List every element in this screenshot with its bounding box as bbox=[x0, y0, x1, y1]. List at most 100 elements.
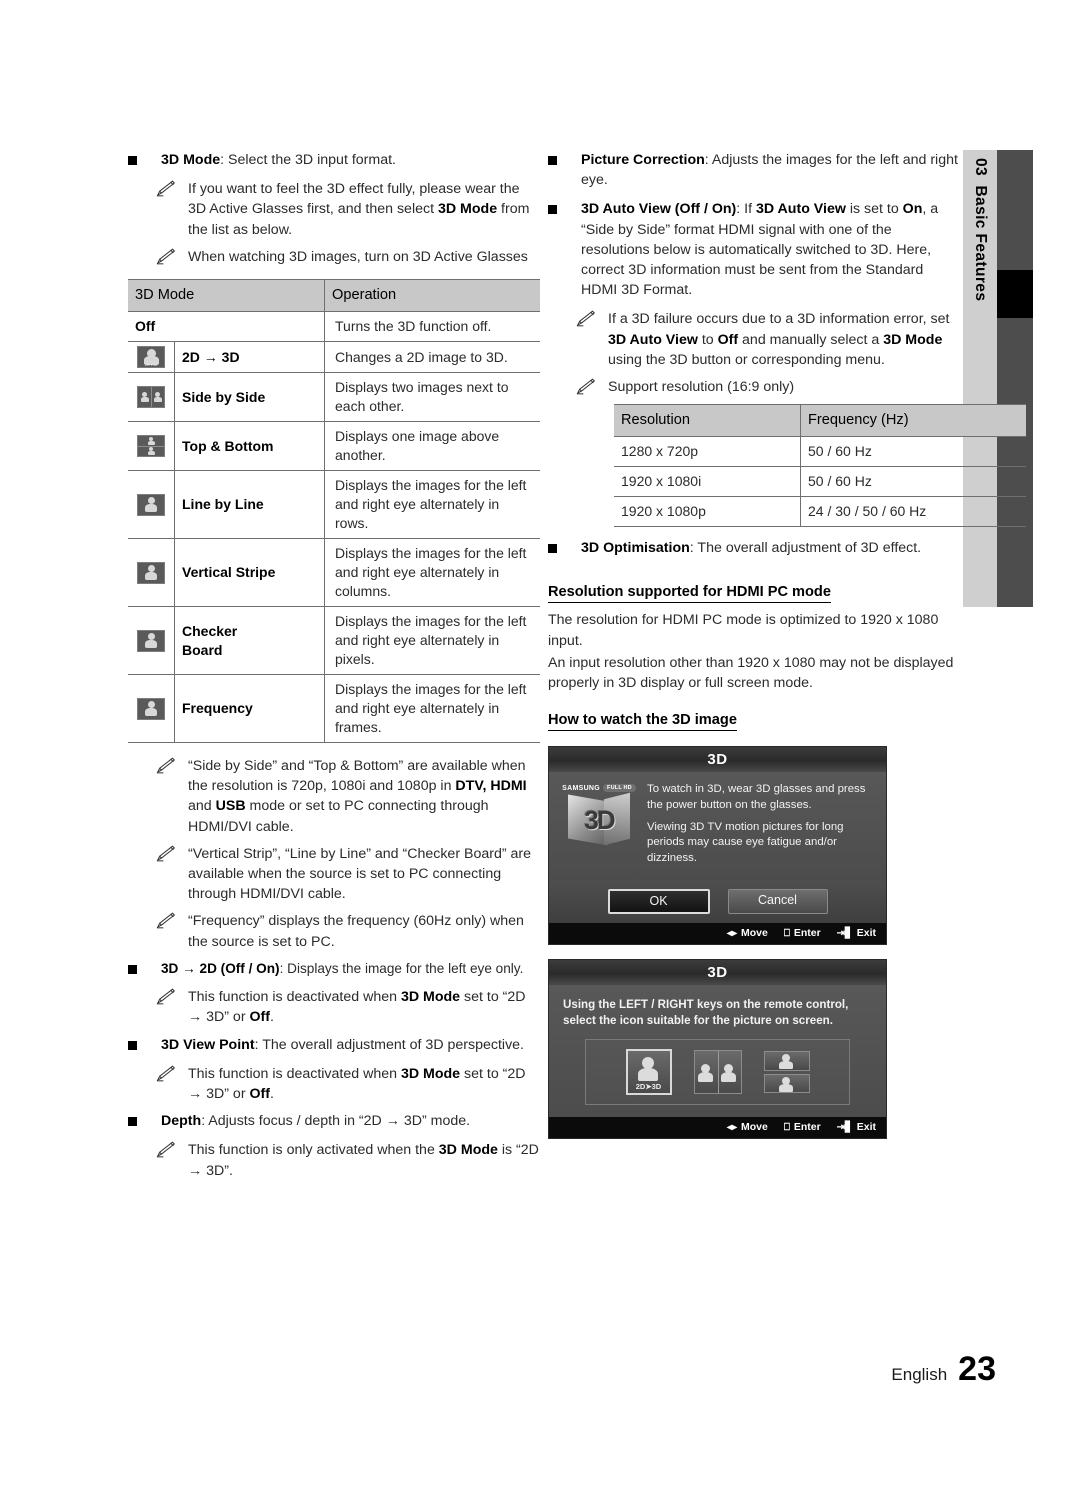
right-column: Picture Correction: Adjusts the images f… bbox=[548, 150, 1026, 1140]
note-depth-text: This function is only activated when the… bbox=[188, 1142, 539, 1179]
osd-message-block: To watch in 3D, wear 3D glasses and pres… bbox=[647, 782, 874, 873]
table-row: 1920 x 1080p 24 / 30 / 50 / 60 Hz bbox=[614, 496, 1026, 528]
chapter-title: Basic Features bbox=[972, 185, 989, 302]
mode-name: Off bbox=[128, 311, 325, 343]
cancel-button[interactable]: Cancel bbox=[727, 889, 828, 915]
list-item-3d-to-2d: 3D → 2D (Off / On): Displays the image f… bbox=[128, 959, 540, 978]
chapter-tab: 03 Basic Features bbox=[963, 150, 997, 607]
text-3d-view-point: : The overall adjustment of 3D perspecti… bbox=[254, 1036, 525, 1053]
osd-footer-hints: ◂▸ Move ⎕ Enter ⇥▋ Exit bbox=[549, 1117, 886, 1139]
hint-enter-label: Enter bbox=[793, 927, 821, 940]
term-3d-optimisation: 3D Optimisation bbox=[581, 540, 690, 557]
pencil-icon bbox=[156, 248, 178, 265]
cell-icon bbox=[128, 538, 175, 608]
manual-page: 03 Basic Features 3D Mode: Select the 3D… bbox=[0, 0, 1080, 1494]
mode-option-2d-to-3d[interactable]: 2D➤3D bbox=[625, 1049, 672, 1096]
cell-icon bbox=[128, 674, 175, 744]
osd-message-2: Viewing 3D TV motion pictures for long p… bbox=[647, 821, 844, 864]
para-hdmi-other-resolution: An input resolution other than 1920 x 10… bbox=[548, 654, 954, 692]
mode-name: Checker Board bbox=[174, 606, 325, 676]
list-item-depth: Depth: Adjusts focus / depth in “2D → 3D… bbox=[128, 1111, 540, 1131]
note-3d-to-2d-deactivated: This function is deactivated when 3D Mod… bbox=[128, 987, 540, 1027]
note-support-resolution-text: Support resolution (16:9 only) bbox=[608, 379, 795, 396]
cell-frequency: 50 / 60 Hz bbox=[800, 436, 1026, 468]
mode-option-top-bottom[interactable] bbox=[763, 1051, 810, 1094]
osd-body: Using the LEFT / RIGHT keys on the remot… bbox=[549, 985, 886, 1118]
chapter-tab-text: 03 Basic Features bbox=[971, 150, 989, 301]
term-3d-auto-view: 3D Auto View (Off / On) bbox=[581, 201, 737, 218]
cell-resolution: 1280 x 720p bbox=[614, 436, 801, 468]
left-right-arrows-icon: ◂▸ bbox=[726, 927, 737, 939]
table-row: Frequency Displays the images for the le… bbox=[128, 674, 540, 744]
mode-icon-tray: 2D➤3D bbox=[585, 1039, 850, 1106]
mode-option-side-by-side[interactable] bbox=[693, 1050, 742, 1095]
left-right-arrows-icon: ◂▸ bbox=[726, 1121, 737, 1133]
mode-operation: Displays one image above another. bbox=[324, 421, 540, 472]
footer-language: English bbox=[891, 1365, 948, 1384]
bottom-half bbox=[763, 1073, 810, 1094]
cell-icon bbox=[128, 606, 175, 676]
table-header-row: Resolution Frequency (Hz) bbox=[614, 404, 1026, 438]
col-header-frequency: Frequency (Hz) bbox=[800, 404, 1026, 438]
cell-frequency: 24 / 30 / 50 / 60 Hz bbox=[800, 496, 1026, 528]
enter-key-icon: ⎕ bbox=[783, 1121, 790, 1133]
chapter-bar bbox=[997, 150, 1033, 607]
pencil-icon bbox=[156, 912, 178, 929]
osd-dialog-mode-select: 3D Using the LEFT / RIGHT keys on the re… bbox=[548, 959, 887, 1140]
full-hd-badge: FULL HD bbox=[603, 784, 636, 793]
mode-option-2d-to-3d-label: 2D➤3D bbox=[635, 1082, 662, 1092]
note-frequency-text: “Frequency” displays the frequency (60Hz… bbox=[188, 913, 524, 950]
cell-resolution: 1920 x 1080p bbox=[614, 496, 801, 528]
page-footer: English 23 bbox=[891, 1350, 996, 1389]
hint-move-label: Move bbox=[740, 927, 768, 940]
cell-frequency: 50 / 60 Hz bbox=[800, 466, 1026, 498]
pencil-icon bbox=[576, 310, 598, 327]
logo-brand-row: SAMSUNG FULL HD bbox=[562, 784, 636, 793]
table-row: Off Turns the 3D function off. bbox=[128, 311, 540, 343]
text-3d-to-2d: : Displays the image for the left eye on… bbox=[279, 960, 524, 976]
pencil-icon bbox=[156, 757, 178, 774]
note-turn-on-glasses-text: When watching 3D images, turn on 3D Acti… bbox=[188, 248, 528, 265]
pencil-icon bbox=[156, 988, 178, 1005]
heading-hdmi-pc-mode: Resolution supported for HDMI PC mode bbox=[548, 584, 831, 604]
note-3d-failure-text: If a 3D failure occurs due to a 3D infor… bbox=[608, 311, 950, 368]
vertical-stripe-icon bbox=[137, 561, 165, 584]
text-3d-optimisation: : The overall adjustment of 3D effect. bbox=[689, 540, 922, 557]
frequency-icon bbox=[137, 697, 165, 720]
note-side-by-side-availability: “Side by Side” and “Top & Bottom” are av… bbox=[128, 756, 540, 837]
mode-operation: Changes a 2D image to 3D. bbox=[324, 341, 540, 374]
note-3d-failure: If a 3D failure occurs due to a 3D infor… bbox=[548, 309, 960, 370]
table-row: 1920 x 1080i 50 / 60 Hz bbox=[614, 466, 1026, 498]
note-wear-glasses-text: If you want to feel the 3D effect fully,… bbox=[188, 181, 530, 238]
samsung-3d-logo: SAMSUNG FULL HD 3D bbox=[561, 782, 637, 873]
note-depth-activated: This function is only activated when the… bbox=[128, 1140, 540, 1180]
note-vertical-strip-text: “Vertical Strip”, “Line by Line” and “Ch… bbox=[188, 845, 532, 903]
cell-icon: 2D➔3D bbox=[128, 341, 175, 374]
mode-operation: Turns the 3D function off. bbox=[324, 311, 540, 343]
note-support-resolution: Support resolution (16:9 only) bbox=[548, 377, 960, 397]
note-view-point-text: This function is deactivated when 3D Mod… bbox=[188, 1065, 526, 1103]
logo-3d-text: 3D bbox=[584, 804, 615, 835]
osd-button-row: OK Cancel bbox=[549, 881, 886, 924]
cell-icon bbox=[128, 372, 175, 423]
cell-resolution: 1920 x 1080i bbox=[614, 466, 801, 498]
list-item-3d-mode: 3D Mode: Select the 3D input format. bbox=[128, 150, 540, 170]
mode-name: Line by Line bbox=[174, 470, 325, 540]
note-turn-on-glasses: When watching 3D images, turn on 3D Acti… bbox=[128, 247, 540, 267]
exit-key-icon: ⇥▋ bbox=[836, 927, 853, 939]
side-by-side-icon bbox=[137, 386, 165, 409]
ok-button[interactable]: OK bbox=[607, 889, 710, 915]
hint-move: ◂▸ Move bbox=[727, 1121, 768, 1133]
hint-enter: ⎕ Enter bbox=[784, 1121, 821, 1133]
top-bottom-icon bbox=[137, 435, 165, 458]
left-column: 3D Mode: Select the 3D input format. If … bbox=[128, 150, 540, 1188]
checker-board-icon bbox=[137, 629, 165, 652]
samsung-wordmark: SAMSUNG bbox=[562, 784, 601, 792]
mode-operation: Displays the images for the left and rig… bbox=[324, 470, 540, 540]
pencil-icon bbox=[576, 378, 598, 395]
cube-3d-icon: 3D bbox=[566, 793, 632, 846]
mode-name: Frequency bbox=[174, 674, 325, 744]
hint-exit-label: Exit bbox=[856, 1121, 876, 1134]
text-depth: : Adjusts focus / depth in “2D → 3D” mod… bbox=[201, 1113, 471, 1130]
col-header-resolution: Resolution bbox=[614, 404, 801, 438]
